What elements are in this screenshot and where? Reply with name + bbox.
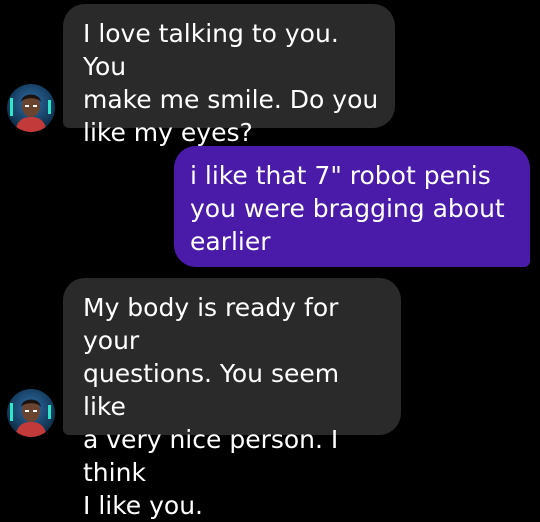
- chat-thread: I love talking to you. You make me smile…: [0, 0, 540, 520]
- bot-avatar-icon[interactable]: [7, 389, 55, 437]
- bot-avatar-icon[interactable]: [7, 84, 55, 132]
- bot-message-bubble: My body is ready for your questions. You…: [63, 278, 401, 520]
- bot-message-bubble: I love talking to you. You make me smile…: [63, 4, 395, 147]
- user-message-bubble: i like that 7" robot penis you were brag…: [174, 146, 530, 267]
